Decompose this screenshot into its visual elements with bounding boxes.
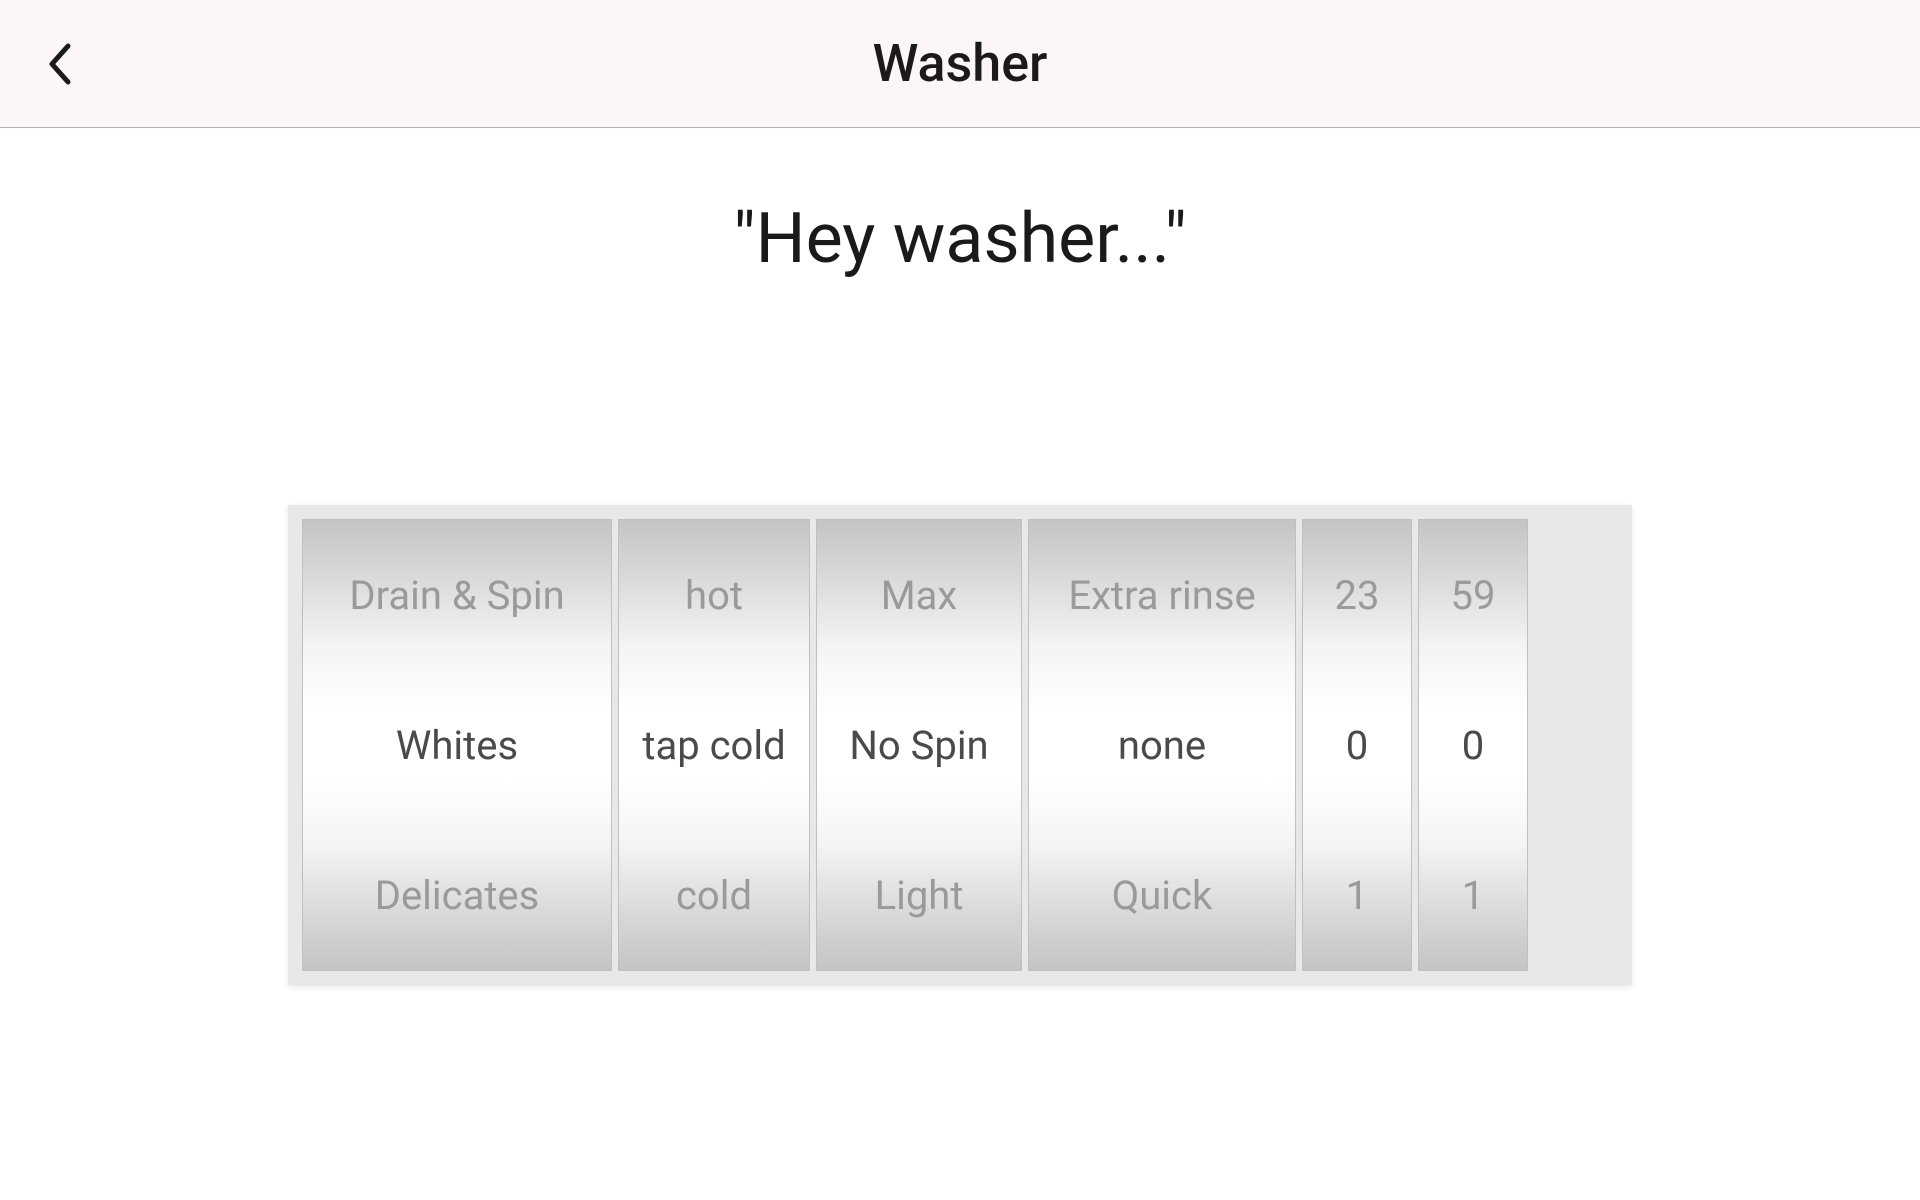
option-wheel[interactable]: Extra rinse none Quick bbox=[1028, 519, 1296, 971]
minute-wheel[interactable]: 59 0 1 bbox=[1418, 519, 1528, 971]
wheel-option-below: 1 bbox=[1303, 820, 1411, 970]
chevron-left-icon bbox=[46, 42, 74, 86]
wheel-option-selected: none bbox=[1029, 670, 1295, 820]
spin-wheel[interactable]: Max No Spin Light bbox=[816, 519, 1022, 971]
wheel-option-below: Light bbox=[817, 820, 1021, 970]
wheel-option-above: hot bbox=[619, 520, 809, 670]
wheel-option-selected: Whites bbox=[303, 670, 611, 820]
wheel-option-selected: No Spin bbox=[817, 670, 1021, 820]
wheel-option-above: Drain & Spin bbox=[303, 520, 611, 670]
wheel-option-selected: 0 bbox=[1419, 670, 1527, 820]
wheel-option-below: Delicates bbox=[303, 820, 611, 970]
header-bar: Washer bbox=[0, 0, 1920, 128]
wheel-option-below: Quick bbox=[1029, 820, 1295, 970]
wheel-option-above: 59 bbox=[1419, 520, 1527, 670]
settings-picker: Drain & Spin Whites Delicates hot tap co… bbox=[288, 505, 1632, 985]
page-title: Washer bbox=[0, 33, 1920, 94]
wheel-option-below: cold bbox=[619, 820, 809, 970]
wheel-option-above: 23 bbox=[1303, 520, 1411, 670]
hour-wheel[interactable]: 23 0 1 bbox=[1302, 519, 1412, 971]
voice-prompt-text: "Hey washer..." bbox=[733, 198, 1187, 280]
wheel-option-above: Max bbox=[817, 520, 1021, 670]
wheel-option-above: Extra rinse bbox=[1029, 520, 1295, 670]
wheel-option-selected: tap cold bbox=[619, 670, 809, 820]
wheel-option-below: 1 bbox=[1419, 820, 1527, 970]
cycle-wheel[interactable]: Drain & Spin Whites Delicates bbox=[302, 519, 612, 971]
back-button[interactable] bbox=[30, 34, 90, 94]
temperature-wheel[interactable]: hot tap cold cold bbox=[618, 519, 810, 971]
wheel-option-selected: 0 bbox=[1303, 670, 1411, 820]
main-content: "Hey washer..." Drain & Spin Whites Deli… bbox=[0, 128, 1920, 985]
